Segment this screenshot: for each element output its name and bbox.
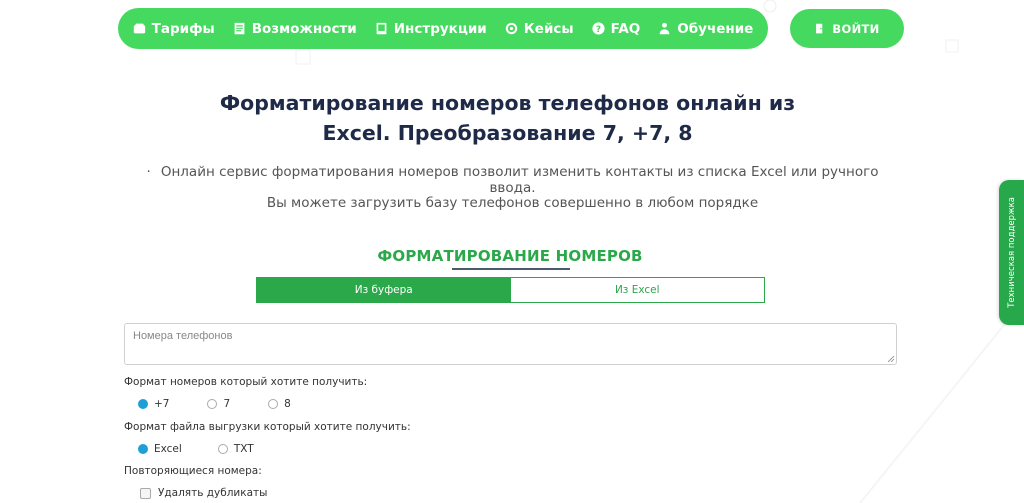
nav-item-label: Кейсы (523, 20, 574, 37)
duplicates-label: Повторяющиеся номера: (124, 465, 262, 477)
main-nav: Тарифы Возможности Инструкции Кейсы ? FA… (118, 8, 768, 49)
checklist-icon (234, 22, 245, 35)
page-title-line2: Excel. Преобразование 7, +7, 8 (322, 121, 693, 145)
login-button[interactable]: ВОЙТИ (790, 9, 904, 48)
file-format-label: Формат файла выгрузки который хотите пол… (124, 421, 411, 433)
nav-item-label: Тарифы (151, 20, 215, 37)
question-icon: ? (592, 22, 605, 35)
bullet-dot: · (146, 164, 151, 180)
checkbox-label: Удалять дубликаты (158, 487, 268, 499)
nav-item-label: Инструкции (393, 20, 487, 37)
phone-numbers-input[interactable] (124, 323, 897, 365)
nav-item-instructions[interactable]: Инструкции (375, 21, 487, 37)
radio-label: TXT (233, 443, 254, 455)
section-title: ФОРМАТИРОВАНИЕ НОМЕРОВ (377, 247, 643, 265)
format-radio-8[interactable]: 8 (268, 398, 291, 410)
page-description-2: Вы можете загрузить базу телефонов совер… (266, 195, 759, 211)
radio-checked-icon (138, 444, 148, 454)
tech-support-label: Техническая поддержка (1006, 197, 1017, 308)
login-icon (816, 23, 823, 34)
source-tabs: Из буфера Из Excel (256, 277, 765, 303)
nav-item-features[interactable]: Возможности (233, 21, 357, 37)
wallet-icon (133, 23, 145, 34)
file-format-radio-group: Excel TXT (138, 443, 254, 455)
radio-label: +7 (154, 398, 170, 410)
teacher-icon (659, 22, 670, 35)
format-radio-plus7[interactable]: +7 (138, 398, 169, 410)
tech-support-tab[interactable]: Техническая поддержка (999, 180, 1024, 325)
nav-item-label: Возможности (251, 20, 357, 37)
page-description-1-text: Онлайн сервис форматирования номеров поз… (160, 164, 879, 196)
file-radio-excel[interactable]: Excel (138, 443, 182, 455)
nav-item-faq[interactable]: ? FAQ (592, 20, 641, 37)
format-label: Формат номеров который хотите получить: (124, 376, 368, 388)
nav-item-tariffs[interactable]: Тарифы (133, 21, 215, 37)
tab-from-excel[interactable]: Из Excel (510, 278, 764, 302)
radio-unchecked-icon (217, 444, 228, 454)
page-title: Форматирование номеров телефонов онлайн … (200, 88, 815, 148)
nav-item-label: FAQ (610, 20, 641, 37)
remove-duplicates-checkbox[interactable]: Удалять дубликаты (140, 487, 267, 499)
nav-item-education[interactable]: Обучение (658, 21, 753, 37)
radio-unchecked-icon (268, 399, 279, 409)
file-radio-txt[interactable]: TXT (217, 443, 254, 455)
radio-label: 7 (223, 398, 231, 410)
radio-label: 8 (284, 398, 291, 410)
radio-unchecked-icon (207, 399, 218, 409)
format-radio-group: +7 7 8 (138, 398, 291, 410)
target-icon (505, 22, 517, 35)
radio-checked-icon (138, 399, 148, 409)
login-button-label: ВОЙТИ (832, 21, 880, 36)
svg-text:?: ? (596, 25, 601, 35)
resize-grip-icon[interactable] (887, 355, 895, 363)
checkbox-unchecked-icon (140, 487, 151, 499)
page-title-line1: Форматирование номеров телефонов онлайн … (219, 91, 796, 115)
format-radio-7[interactable]: 7 (207, 398, 230, 410)
page-description-1: · Онлайн сервис форматирования номеров по… (140, 164, 885, 196)
nav-item-label: Обучение (677, 20, 754, 37)
nav-item-cases[interactable]: Кейсы (505, 21, 574, 37)
book-icon (376, 22, 387, 35)
radio-label: Excel (154, 443, 182, 455)
section-title-underline (452, 268, 570, 270)
tab-from-clipboard[interactable]: Из буфера (257, 278, 511, 302)
